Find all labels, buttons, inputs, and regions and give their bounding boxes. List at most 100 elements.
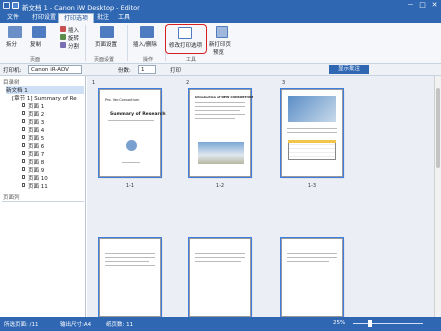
text-line bbox=[105, 257, 155, 258]
page-thumbnail[interactable]: Pro. Ver.Consortium Summary of Research bbox=[98, 88, 166, 178]
tree-page[interactable]: 页面 7 bbox=[28, 150, 44, 158]
tab-annotation[interactable]: 批注 bbox=[92, 13, 114, 23]
page-icon bbox=[22, 103, 25, 107]
text-line bbox=[287, 253, 337, 254]
page-icon bbox=[22, 127, 25, 131]
window-title: 新文档 1 - Canon iW Desktop - Editor bbox=[22, 4, 140, 12]
thumb-label: 1-2 bbox=[215, 183, 225, 189]
print-button[interactable]: 打印 bbox=[170, 66, 181, 74]
group-tools: 工具 bbox=[186, 57, 197, 63]
copies-input[interactable]: 1 bbox=[138, 65, 156, 74]
tree-page[interactable]: 页面 9 bbox=[28, 166, 44, 174]
tree-root[interactable]: 新文档 1 bbox=[6, 86, 84, 94]
tree-page[interactable]: 页面 8 bbox=[28, 158, 44, 166]
vertical-scrollbar[interactable] bbox=[434, 76, 441, 317]
tab-print-options[interactable]: 打印选项 bbox=[58, 13, 95, 23]
copy-button[interactable]: 复制 bbox=[30, 40, 41, 48]
page-thumbnail[interactable] bbox=[188, 237, 252, 318]
tree-page[interactable]: 页面 2 bbox=[28, 110, 44, 118]
page-number: 2 bbox=[186, 80, 190, 86]
separator bbox=[127, 25, 128, 61]
sheet-count: 纸页数: 11 bbox=[106, 322, 134, 328]
show-annotations-button[interactable]: 显示批注 bbox=[329, 65, 369, 74]
zoom-slider[interactable] bbox=[353, 323, 423, 324]
printer-select[interactable]: Canon iR-ADV bbox=[28, 65, 82, 74]
table-image bbox=[288, 140, 336, 160]
thumb-title: Summary of Research bbox=[110, 112, 166, 117]
text-line bbox=[195, 257, 245, 258]
rotate-button[interactable]: 旋转 bbox=[68, 34, 79, 42]
text-line bbox=[108, 120, 154, 121]
split-button[interactable]: 拆分 bbox=[6, 40, 17, 48]
maximize-button[interactable]: □ bbox=[417, 1, 428, 10]
scroll-thumb[interactable] bbox=[436, 88, 440, 168]
modify-print-options-icon bbox=[178, 27, 192, 39]
text-line bbox=[287, 128, 337, 129]
modify-print-options-button[interactable]: 修改打印选项 bbox=[169, 41, 202, 49]
page-icon bbox=[22, 183, 25, 187]
thumb-header: Pro. Ver.Consortium bbox=[105, 98, 140, 102]
page-thumbnail[interactable] bbox=[280, 88, 344, 178]
logo-image bbox=[126, 140, 137, 151]
preview-button[interactable]: 预览 bbox=[213, 48, 224, 56]
tree-book[interactable]: [章节 1] Summary of Re bbox=[12, 94, 77, 102]
page-settings-icon bbox=[100, 26, 114, 38]
photo-image bbox=[288, 96, 336, 122]
save-icon[interactable] bbox=[12, 2, 19, 9]
split-icon bbox=[8, 26, 22, 38]
insert-button[interactable]: 插入 bbox=[68, 26, 79, 34]
page-thumbnail[interactable] bbox=[280, 237, 344, 318]
tree-header: 目录树 bbox=[3, 80, 20, 86]
printer-label: 打印机: bbox=[3, 68, 22, 74]
page-icon bbox=[22, 143, 25, 147]
tree-page[interactable]: 页面 3 bbox=[28, 118, 44, 126]
divide-icon bbox=[60, 42, 66, 48]
thumb-label: 1-3 bbox=[307, 183, 317, 189]
status-bar: 所选页面: /11 输出尺寸:A4 纸页数: 11 25% bbox=[0, 317, 441, 331]
minimize-button[interactable]: － bbox=[405, 1, 416, 10]
group-page-settings: 页面设置 bbox=[94, 57, 115, 63]
tree-page[interactable]: 页面 11 bbox=[28, 182, 48, 190]
thumb-header: Introduction of NEW CONSORTIUM bbox=[195, 95, 254, 99]
text-line bbox=[105, 265, 155, 266]
page-icon bbox=[22, 175, 25, 179]
rotate-icon bbox=[60, 34, 66, 40]
close-button[interactable]: ✕ bbox=[429, 1, 440, 10]
thumb-label: 1-1 bbox=[125, 183, 135, 189]
tree-page[interactable]: 页面 4 bbox=[28, 126, 44, 134]
separator bbox=[85, 25, 86, 61]
zoom-slider-handle[interactable] bbox=[368, 320, 372, 327]
insert-delete-icon bbox=[140, 26, 154, 38]
print-toolbar: 打印机: Canon iR-ADV 份数: 1 打印 显示批注 bbox=[0, 64, 441, 76]
page-thumbnail[interactable]: Introduction of NEW CONSORTIUM bbox=[188, 88, 254, 178]
title-bar: 新文档 1 - Canon iW Desktop - Editor － □ ✕ bbox=[0, 0, 441, 12]
text-line bbox=[122, 162, 140, 163]
tree-page[interactable]: 页面 10 bbox=[28, 174, 48, 182]
page-number: 3 bbox=[282, 80, 286, 86]
copy-pages-icon bbox=[32, 26, 46, 38]
table-header bbox=[288, 140, 336, 143]
tab-tools[interactable]: 工具 bbox=[113, 13, 135, 23]
tree-page[interactable]: 页面 5 bbox=[28, 134, 44, 142]
text-line bbox=[287, 261, 329, 262]
page-settings-button[interactable]: 页面设置 bbox=[95, 40, 117, 48]
page-panel-header: 页面列 bbox=[3, 195, 20, 201]
page-icon bbox=[22, 159, 25, 163]
divide-button[interactable]: 分割 bbox=[68, 42, 79, 50]
group-operation: 操作 bbox=[143, 57, 154, 63]
new-print-page-button[interactable]: 新打印页 bbox=[209, 40, 231, 48]
page-icon bbox=[22, 111, 25, 115]
photo-image bbox=[198, 142, 244, 164]
insert-delete-button[interactable]: 插入/删除 bbox=[133, 40, 157, 48]
file-tab[interactable]: 文件 bbox=[2, 13, 24, 23]
tree-page[interactable]: 页面 6 bbox=[28, 142, 44, 150]
tab-print-settings[interactable]: 打印设置 bbox=[27, 13, 61, 23]
tree-page[interactable]: 页面 1 bbox=[28, 102, 44, 110]
page-icon bbox=[22, 135, 25, 139]
page-number: 1 bbox=[92, 80, 96, 86]
text-line bbox=[195, 118, 235, 119]
text-line bbox=[195, 114, 245, 115]
ribbon: 拆分 复制 插入 旋转 分割 页面 页面设置 页面设置 插入/删除 操作 修改打… bbox=[0, 23, 441, 64]
text-line bbox=[105, 253, 155, 254]
page-thumbnail[interactable] bbox=[98, 237, 162, 318]
